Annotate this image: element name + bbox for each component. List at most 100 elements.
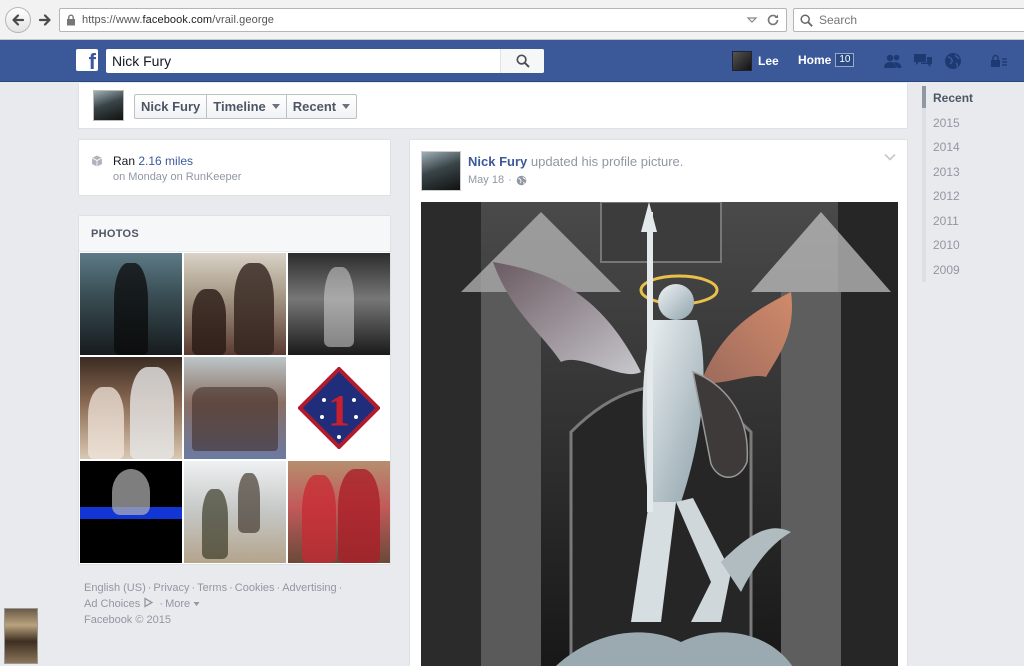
- facebook-search-box[interactable]: [106, 49, 544, 73]
- photo-thumbnail[interactable]: [184, 253, 286, 355]
- footer-link-terms[interactable]: Terms: [197, 582, 227, 594]
- facebook-logo[interactable]: f: [76, 49, 98, 71]
- ad-choices-icon: [144, 597, 154, 608]
- back-button[interactable]: [5, 7, 31, 33]
- messages-icon: [914, 54, 932, 67]
- url-prefix: https://www.: [82, 14, 143, 26]
- user-name: Lee: [758, 54, 779, 68]
- timeline-label: Timeline: [213, 99, 266, 114]
- scrubber-item-recent[interactable]: Recent: [926, 86, 1022, 111]
- footer-link-advertising[interactable]: Advertising: [282, 582, 336, 594]
- story-headline: Nick Fury updated his profile picture.: [468, 154, 683, 169]
- timeline-navigation: Nick Fury Timeline Recent: [78, 83, 908, 129]
- profile-picture-story: Nick Fury updated his profile picture. M…: [409, 139, 908, 666]
- search-icon: [800, 13, 813, 27]
- page-footer: English (US) · Privacy · Terms · Cookies · Adver…: [84, 580, 384, 628]
- story-meta: May 18 ·: [468, 174, 527, 186]
- browser-search-input[interactable]: [819, 13, 999, 27]
- recent-dropdown[interactable]: Recent: [287, 95, 356, 118]
- photo-thumbnail[interactable]: [80, 461, 182, 563]
- timeline-dropdown[interactable]: Timeline: [207, 95, 287, 118]
- profile-name-label: Nick Fury: [141, 99, 201, 114]
- photos-card: PHOTOS 1: [78, 215, 391, 565]
- browser-search-box[interactable]: [793, 8, 1024, 32]
- messages-button[interactable]: [912, 50, 934, 72]
- arrow-left-icon: [12, 14, 25, 26]
- story-action: updated his profile picture.: [530, 154, 684, 169]
- search-icon: [515, 54, 530, 68]
- notification-jewels: [882, 50, 1010, 72]
- photos-header[interactable]: PHOTOS: [79, 216, 390, 252]
- photo-thumbnail[interactable]: [288, 253, 390, 355]
- public-globe-icon[interactable]: [516, 175, 527, 186]
- footer-link-language[interactable]: English (US): [84, 582, 146, 594]
- avatar: [732, 51, 752, 71]
- story-date-link[interactable]: May 18: [468, 174, 504, 186]
- scrubber-item-2009[interactable]: 2009: [926, 258, 1022, 283]
- facebook-header: f Lee Home 10: [0, 40, 1024, 82]
- photo-thumbnail[interactable]: 1: [288, 357, 390, 459]
- chevron-down-icon[interactable]: [883, 152, 897, 162]
- facebook-search-button[interactable]: [500, 49, 544, 73]
- url-path: /vrail.george: [212, 14, 275, 26]
- footer-link-ad-choices[interactable]: Ad Choices: [84, 598, 140, 610]
- caret-down-icon: [342, 104, 351, 109]
- scrubber-item-2012[interactable]: 2012: [926, 184, 1022, 209]
- profile-link[interactable]: Lee: [732, 51, 779, 71]
- reload-icon[interactable]: [766, 13, 780, 27]
- activity-action: Ran: [113, 154, 136, 168]
- home-count-badge: 10: [835, 53, 855, 67]
- scrubber-item-2011[interactable]: 2011: [926, 209, 1022, 234]
- forward-button[interactable]: [34, 7, 56, 33]
- scrubber-item-2010[interactable]: 2010: [926, 233, 1022, 258]
- year-scrubber: Recent 2015 2014 2013 2012 2011 2010 200…: [922, 86, 1022, 282]
- caret-down-icon: [193, 602, 200, 606]
- footer-link-more[interactable]: More: [165, 598, 190, 610]
- activity-card: Ran 2.16 miles on Monday on RunKeeper: [78, 139, 391, 196]
- activity-summary: Ran 2.16 miles: [113, 154, 193, 168]
- scrubber-item-2013[interactable]: 2013: [926, 160, 1022, 185]
- story-author-avatar[interactable]: [421, 151, 461, 191]
- insignia-image: 1: [298, 367, 380, 449]
- caret-down-icon: [271, 104, 280, 109]
- activity-distance-link[interactable]: 2.16 miles: [138, 154, 193, 168]
- home-link[interactable]: Home 10: [798, 53, 855, 67]
- facebook-logo-icon: f: [88, 49, 96, 72]
- profile-picture-image[interactable]: [421, 202, 898, 666]
- photo-thumbnail[interactable]: [80, 253, 182, 355]
- activity-detail: on Monday on RunKeeper: [113, 171, 242, 183]
- facebook-search-input[interactable]: [106, 53, 496, 69]
- photo-thumbnail[interactable]: [184, 357, 286, 459]
- corner-thumbnail[interactable]: [4, 608, 38, 664]
- timeline-button-group: Nick Fury Timeline Recent: [134, 94, 358, 119]
- url-domain: facebook.com: [142, 14, 213, 26]
- lock-icon: [67, 14, 75, 26]
- privacy-lock-icon: [991, 54, 1007, 67]
- scrubber-item-2015[interactable]: 2015: [926, 111, 1022, 136]
- arrow-right-icon: [38, 14, 51, 26]
- photo-thumbnail[interactable]: [288, 461, 390, 563]
- profile-thumbnail[interactable]: [93, 90, 124, 121]
- cube-icon: [91, 155, 103, 167]
- friend-requests-button[interactable]: [882, 50, 904, 72]
- address-bar[interactable]: https://www.facebook.com/vrail.george: [59, 8, 787, 32]
- copyright: Facebook © 2015: [84, 614, 171, 626]
- dropdown-arrow-icon[interactable]: [746, 13, 758, 27]
- scrubber-marker: [922, 86, 926, 108]
- browser-toolbar: https://www.facebook.com/vrail.george: [0, 0, 1024, 40]
- privacy-shortcuts-button[interactable]: [988, 50, 1010, 72]
- photo-thumbnail[interactable]: [80, 357, 182, 459]
- photo-grid: 1: [80, 253, 390, 563]
- footer-link-cookies[interactable]: Cookies: [235, 582, 275, 594]
- friends-icon: [884, 54, 902, 68]
- photo-thumbnail[interactable]: [184, 461, 286, 563]
- svg-text:1: 1: [328, 386, 350, 435]
- home-label: Home: [798, 53, 832, 67]
- scrubber-item-2014[interactable]: 2014: [926, 135, 1022, 160]
- globe-icon: [945, 53, 961, 69]
- notifications-button[interactable]: [942, 50, 964, 72]
- story-author-link[interactable]: Nick Fury: [468, 154, 527, 169]
- profile-name-button[interactable]: Nick Fury: [135, 95, 208, 118]
- url-text: https://www.facebook.com/vrail.george: [82, 14, 274, 26]
- footer-link-privacy[interactable]: Privacy: [153, 582, 189, 594]
